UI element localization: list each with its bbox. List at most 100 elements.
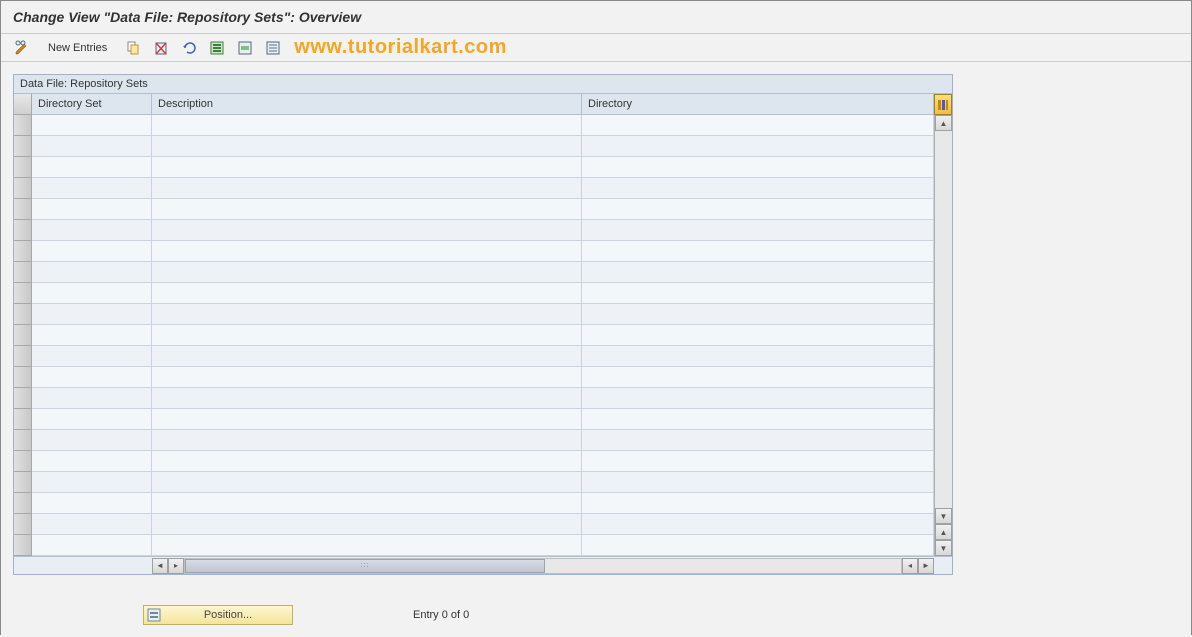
row-selector[interactable] bbox=[14, 220, 32, 241]
table-row[interactable] bbox=[32, 346, 934, 367]
cell-description[interactable] bbox=[152, 451, 582, 472]
row-selector[interactable] bbox=[14, 199, 32, 220]
table-row[interactable] bbox=[32, 178, 934, 199]
horizontal-scroll-track[interactable]: ::: bbox=[184, 558, 902, 574]
row-selector[interactable] bbox=[14, 367, 32, 388]
cell-directory[interactable] bbox=[582, 430, 934, 451]
cell-directory[interactable] bbox=[582, 304, 934, 325]
cell-directory[interactable] bbox=[582, 283, 934, 304]
toggle-change-button[interactable] bbox=[9, 38, 35, 58]
cell-directory[interactable] bbox=[582, 493, 934, 514]
table-row[interactable] bbox=[32, 451, 934, 472]
cell-directory[interactable] bbox=[582, 262, 934, 283]
row-selector[interactable] bbox=[14, 115, 32, 136]
table-row[interactable] bbox=[32, 325, 934, 346]
row-selector[interactable] bbox=[14, 304, 32, 325]
cell-description[interactable] bbox=[152, 220, 582, 241]
cell-description[interactable] bbox=[152, 241, 582, 262]
cell-description[interactable] bbox=[152, 178, 582, 199]
cell-description[interactable] bbox=[152, 283, 582, 304]
cell-description[interactable] bbox=[152, 367, 582, 388]
row-selector[interactable] bbox=[14, 514, 32, 535]
scroll-right-last-button[interactable]: ► bbox=[918, 558, 934, 574]
table-row[interactable] bbox=[32, 157, 934, 178]
cell-directory-set[interactable] bbox=[32, 241, 152, 262]
cell-directory-set[interactable] bbox=[32, 199, 152, 220]
position-button[interactable]: Position... bbox=[143, 605, 293, 625]
cell-description[interactable] bbox=[152, 409, 582, 430]
cell-directory-set[interactable] bbox=[32, 346, 152, 367]
cell-description[interactable] bbox=[152, 199, 582, 220]
vertical-scrollbar[interactable]: ▲ ▼ ▲ ▼ bbox=[934, 115, 952, 556]
table-row[interactable] bbox=[32, 262, 934, 283]
cell-description[interactable] bbox=[152, 346, 582, 367]
column-header-description[interactable]: Description bbox=[152, 94, 582, 115]
cell-description[interactable] bbox=[152, 472, 582, 493]
cell-description[interactable] bbox=[152, 493, 582, 514]
table-row[interactable] bbox=[32, 493, 934, 514]
cell-directory[interactable] bbox=[582, 346, 934, 367]
table-row[interactable] bbox=[32, 388, 934, 409]
cell-directory-set[interactable] bbox=[32, 451, 152, 472]
table-row[interactable] bbox=[32, 136, 934, 157]
cell-directory-set[interactable] bbox=[32, 283, 152, 304]
scroll-down-button[interactable]: ▼ bbox=[935, 508, 952, 524]
select-all-button[interactable] bbox=[204, 38, 230, 58]
table-row[interactable] bbox=[32, 514, 934, 535]
select-block-button[interactable] bbox=[232, 38, 258, 58]
new-entries-button[interactable]: New Entries bbox=[37, 38, 118, 58]
row-selector[interactable] bbox=[14, 178, 32, 199]
cell-directory[interactable] bbox=[582, 409, 934, 430]
table-settings-button[interactable] bbox=[934, 94, 952, 115]
row-selector[interactable] bbox=[14, 451, 32, 472]
table-row[interactable] bbox=[32, 304, 934, 325]
scroll-left-first-button[interactable]: ◄ bbox=[152, 558, 168, 574]
scroll-down-small-button[interactable]: ▼ bbox=[935, 540, 952, 556]
cell-directory[interactable] bbox=[582, 367, 934, 388]
row-selector[interactable] bbox=[14, 157, 32, 178]
scroll-right-button[interactable]: ◂ bbox=[902, 558, 918, 574]
cell-description[interactable] bbox=[152, 262, 582, 283]
cell-directory[interactable] bbox=[582, 451, 934, 472]
row-selector-header[interactable] bbox=[14, 94, 32, 115]
cell-directory-set[interactable] bbox=[32, 136, 152, 157]
table-row[interactable] bbox=[32, 220, 934, 241]
undo-button[interactable] bbox=[176, 38, 202, 58]
cell-description[interactable] bbox=[152, 304, 582, 325]
cell-directory-set[interactable] bbox=[32, 514, 152, 535]
cell-directory-set[interactable] bbox=[32, 325, 152, 346]
table-row[interactable] bbox=[32, 472, 934, 493]
table-row[interactable] bbox=[32, 241, 934, 262]
cell-directory-set[interactable] bbox=[32, 157, 152, 178]
row-selector[interactable] bbox=[14, 472, 32, 493]
column-header-directory[interactable]: Directory bbox=[582, 94, 934, 115]
cell-directory-set[interactable] bbox=[32, 220, 152, 241]
row-selector[interactable] bbox=[14, 283, 32, 304]
cell-directory-set[interactable] bbox=[32, 535, 152, 556]
cell-directory-set[interactable] bbox=[32, 430, 152, 451]
cell-description[interactable] bbox=[152, 115, 582, 136]
cell-description[interactable] bbox=[152, 325, 582, 346]
cell-directory[interactable] bbox=[582, 514, 934, 535]
row-selector[interactable] bbox=[14, 535, 32, 556]
cell-directory[interactable] bbox=[582, 241, 934, 262]
cell-directory[interactable] bbox=[582, 472, 934, 493]
deselect-all-button[interactable] bbox=[260, 38, 286, 58]
cell-description[interactable] bbox=[152, 388, 582, 409]
copy-as-button[interactable] bbox=[120, 38, 146, 58]
cell-directory-set[interactable] bbox=[32, 409, 152, 430]
cell-directory-set[interactable] bbox=[32, 388, 152, 409]
table-row[interactable] bbox=[32, 430, 934, 451]
table-row[interactable] bbox=[32, 367, 934, 388]
cell-directory[interactable] bbox=[582, 136, 934, 157]
cell-directory[interactable] bbox=[582, 178, 934, 199]
cell-description[interactable] bbox=[152, 535, 582, 556]
scroll-up-button[interactable]: ▲ bbox=[935, 115, 952, 131]
row-selector[interactable] bbox=[14, 262, 32, 283]
cell-description[interactable] bbox=[152, 157, 582, 178]
delete-button[interactable] bbox=[148, 38, 174, 58]
cell-directory[interactable] bbox=[582, 115, 934, 136]
cell-directory-set[interactable] bbox=[32, 115, 152, 136]
row-selector[interactable] bbox=[14, 136, 32, 157]
cell-description[interactable] bbox=[152, 514, 582, 535]
